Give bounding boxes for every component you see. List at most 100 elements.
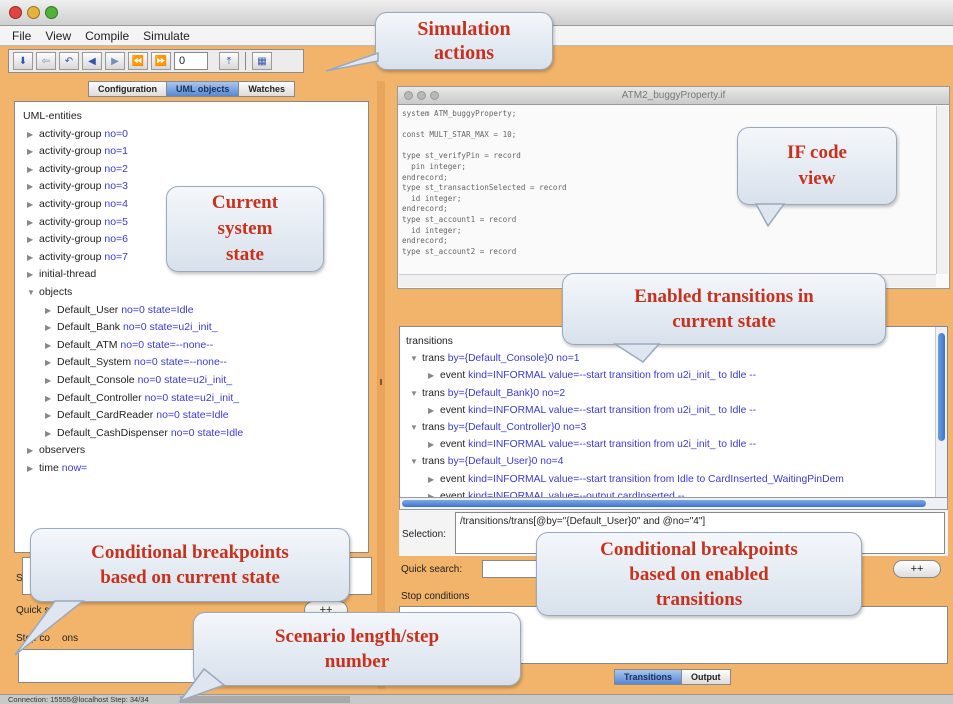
collapsed-triangle-icon[interactable]: ▶ — [45, 425, 57, 443]
quick-search-input[interactable] — [482, 560, 542, 578]
callout-current-state: Current system state — [166, 186, 324, 272]
expanded-triangle-icon[interactable]: ▼ — [27, 284, 39, 302]
uml-name: Default_System — [57, 356, 132, 369]
scroll-thumb[interactable] — [938, 333, 945, 441]
menu-simulate[interactable]: Simulate — [143, 29, 190, 43]
uml-row[interactable]: ▶ activity-group no=1 — [23, 143, 368, 161]
collapsed-triangle-icon[interactable]: ▶ — [428, 367, 440, 384]
uml-name: Default_Controller — [57, 391, 142, 404]
trans-row[interactable]: ▶ event kind=INFORMAL value=--start trans… — [406, 402, 947, 419]
collapsed-triangle-icon[interactable]: ▶ — [45, 319, 57, 337]
collapsed-triangle-icon[interactable]: ▶ — [27, 126, 39, 144]
collapsed-triangle-icon[interactable]: ▶ — [45, 302, 57, 320]
uml-row[interactable]: ▶ Default_Bank no=0 state=u2i_init_ — [23, 319, 368, 337]
uml-detail: no=4 — [104, 197, 129, 210]
uml-row[interactable]: ▶ Default_User no=0 state=Idle — [23, 302, 368, 320]
expanded-triangle-icon[interactable]: ▼ — [410, 453, 422, 470]
tab-configuration[interactable]: Configuration — [88, 81, 167, 97]
collapsed-triangle-icon[interactable]: ▶ — [27, 143, 39, 161]
callout-simulation-actions: Simulation actions — [325, 12, 553, 72]
callout-text: Conditional breakpoints based on current … — [91, 542, 289, 588]
collapsed-triangle-icon[interactable]: ▶ — [27, 231, 39, 249]
step-down-icon[interactable]: ⬇ — [13, 52, 33, 70]
uml-row[interactable]: UML-entities — [23, 108, 368, 126]
trans-row[interactable]: ▼ trans by={Default_User}0 no=4 — [406, 453, 947, 470]
collapsed-triangle-icon[interactable]: ▶ — [45, 372, 57, 390]
tab-output[interactable]: Output — [682, 669, 731, 685]
fast-back-icon[interactable]: ⏪ — [128, 52, 148, 70]
uml-row[interactable]: ▶ activity-group no=0 — [23, 126, 368, 144]
add-condition-button[interactable]: ++ — [893, 560, 941, 578]
collapsed-triangle-icon[interactable]: ▶ — [45, 407, 57, 425]
callout-pointer — [612, 343, 661, 363]
trans-name: event — [440, 370, 466, 382]
uml-name: activity-group — [39, 180, 102, 193]
toolbar-separator — [245, 52, 246, 70]
uml-row[interactable]: ▶ Default_CashDispenser no=0 state=Idle — [23, 425, 368, 443]
close-window-icon[interactable] — [404, 91, 413, 100]
tab-transitions[interactable]: Transitions — [614, 669, 683, 685]
collapsed-triangle-icon[interactable]: ▶ — [27, 460, 39, 478]
collapsed-triangle-icon[interactable]: ▶ — [428, 402, 440, 419]
transitions-horizontal-scrollbar[interactable] — [399, 497, 948, 510]
collapsed-triangle-icon[interactable]: ▶ — [27, 266, 39, 284]
jump-icon[interactable]: ⤒ — [219, 52, 239, 70]
menu-view[interactable]: View — [45, 29, 71, 43]
trans-row[interactable]: ▼ trans by={Default_Controller}0 no=3 — [406, 419, 947, 436]
menu-compile[interactable]: Compile — [85, 29, 129, 43]
divider-grip-icon[interactable] — [380, 379, 382, 385]
collapsed-triangle-icon[interactable]: ▶ — [45, 337, 57, 355]
uml-row[interactable]: ▶ activity-group no=2 — [23, 161, 368, 179]
step-number-input[interactable]: 0 — [174, 52, 208, 70]
zoom-window-icon[interactable] — [430, 91, 439, 100]
uml-row[interactable]: ▶ Default_System no=0 state=--none-- — [23, 354, 368, 372]
trans-name: event — [440, 473, 466, 485]
if-code-vertical-scrollbar[interactable] — [936, 106, 948, 274]
collapsed-triangle-icon[interactable]: ▶ — [27, 178, 39, 196]
collapsed-triangle-icon[interactable]: ▶ — [27, 196, 39, 214]
collapsed-triangle-icon[interactable]: ▶ — [27, 161, 39, 179]
split-divider[interactable] — [377, 81, 385, 689]
collapsed-triangle-icon[interactable]: ▶ — [428, 436, 440, 453]
collapsed-triangle-icon[interactable]: ▶ — [27, 249, 39, 267]
uml-row[interactable]: ▼ objects — [23, 284, 368, 302]
uml-row[interactable]: ▶ Default_ATM no=0 state=--none-- — [23, 337, 368, 355]
rewind-step-icon[interactable]: ◀ — [82, 52, 102, 70]
fast-forward-icon[interactable]: ⏩ — [151, 52, 171, 70]
uml-name: Default_CashDispenser — [57, 426, 168, 439]
minimize-window-icon[interactable] — [27, 6, 40, 19]
expanded-triangle-icon[interactable]: ▼ — [410, 419, 422, 436]
scroll-thumb[interactable] — [402, 500, 926, 507]
expanded-triangle-icon[interactable]: ▼ — [410, 350, 422, 367]
collapsed-triangle-icon[interactable]: ▶ — [27, 214, 39, 232]
trans-row[interactable]: ▶ event kind=INFORMAL value=--start trans… — [406, 436, 947, 453]
uml-row[interactable]: ▶ observers — [23, 442, 368, 460]
uml-row[interactable]: ▶ Default_CardReader no=0 state=Idle — [23, 407, 368, 425]
trans-row[interactable]: ▶ event kind=INFORMAL value=--start trans… — [406, 367, 947, 384]
collapsed-triangle-icon[interactable]: ▶ — [27, 442, 39, 460]
collapsed-triangle-icon[interactable]: ▶ — [45, 354, 57, 372]
uml-row[interactable]: ▶ time now= — [23, 460, 368, 478]
transitions-vertical-scrollbar[interactable] — [935, 327, 947, 497]
trans-row[interactable]: ▼ trans by={Default_Console}0 no=1 — [406, 350, 947, 367]
inspect-icon[interactable]: ▦ — [252, 52, 272, 70]
expanded-triangle-icon[interactable]: ▼ — [410, 385, 422, 402]
play-step-icon[interactable]: ▶ — [105, 52, 125, 70]
trans-row[interactable]: ▶ event kind=INFORMAL value=--start trans… — [406, 471, 947, 488]
tab-watches[interactable]: Watches — [239, 81, 296, 97]
step-back-icon[interactable]: ↶ — [59, 52, 79, 70]
uml-name: Default_Bank — [57, 321, 121, 334]
zoom-window-icon[interactable] — [45, 6, 58, 19]
menu-file[interactable]: File — [12, 29, 31, 43]
callout-text: Conditional breakpoints based on enabled t… — [600, 538, 798, 610]
collapsed-triangle-icon[interactable]: ▶ — [45, 390, 57, 408]
trans-name: trans — [422, 456, 445, 468]
uml-row[interactable]: ▶ Default_Controller no=0 state=u2i_init_ — [23, 390, 368, 408]
close-window-icon[interactable] — [9, 6, 22, 19]
back-icon[interactable]: ⇦ — [36, 52, 56, 70]
tab-uml-objects[interactable]: UML objects — [167, 81, 240, 97]
trans-row[interactable]: ▼ trans by={Default_Bank}0 no=2 — [406, 385, 947, 402]
minimize-window-icon[interactable] — [417, 91, 426, 100]
uml-row[interactable]: ▶ Default_Console no=0 state=u2i_init_ — [23, 372, 368, 390]
collapsed-triangle-icon[interactable]: ▶ — [428, 471, 440, 488]
